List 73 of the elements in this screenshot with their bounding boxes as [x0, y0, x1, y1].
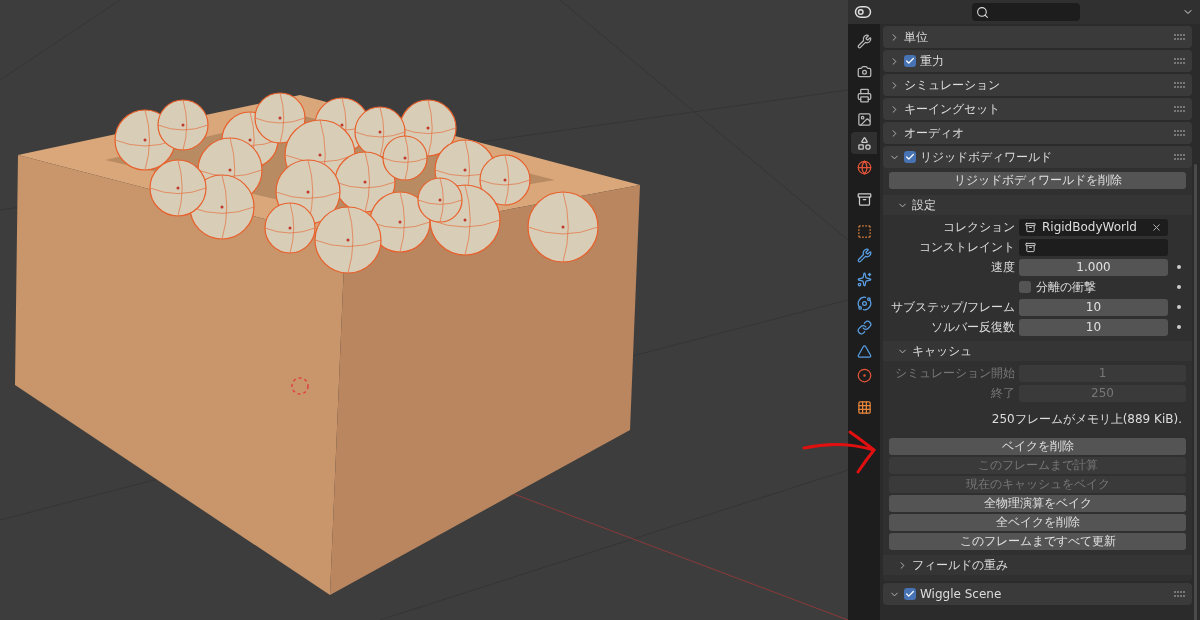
- keyframe-dot-icon[interactable]: [1177, 285, 1181, 289]
- field-label: ソルバー反復数: [930, 318, 1015, 336]
- field-label: 速度: [990, 258, 1015, 276]
- field-label: コレクション: [942, 218, 1015, 236]
- panel-title: Wiggle Scene: [920, 587, 1002, 601]
- action-button[interactable]: 全ベイクを削除: [889, 514, 1186, 531]
- checkbox[interactable]: [904, 588, 916, 600]
- texture-icon: [856, 399, 872, 415]
- checkbox[interactable]: [1019, 281, 1031, 293]
- view-layer-icon: [856, 111, 872, 127]
- object-icon: [856, 223, 872, 239]
- field-label: コンストレイント: [918, 238, 1015, 256]
- action-button[interactable]: このフレームまですべて更新: [889, 533, 1186, 550]
- drag-handle-icon[interactable]: [1174, 591, 1186, 597]
- panel-header[interactable]: Wiggle Scene: [883, 583, 1192, 605]
- checkbox[interactable]: [904, 151, 916, 163]
- collection-icon: [1025, 241, 1036, 253]
- panel-header[interactable]: リジッドボディワールド: [883, 146, 1192, 168]
- collection-field[interactable]: RigidBodyWorld: [1019, 218, 1168, 236]
- drag-handle-icon[interactable]: [1174, 154, 1186, 160]
- collection-field[interactable]: [1019, 238, 1168, 256]
- properties-tab[interactable]: [851, 132, 877, 154]
- close-icon[interactable]: [1151, 221, 1162, 233]
- search-field[interactable]: [972, 3, 1080, 21]
- subpanel-title: 設定: [912, 196, 936, 214]
- action-button[interactable]: 全物理演算をベイク: [889, 495, 1186, 512]
- panel-header[interactable]: シミュレーション: [883, 74, 1192, 96]
- keyframe-dot-icon[interactable]: [1177, 265, 1181, 269]
- constraint-icon: [856, 319, 872, 335]
- panel-title: キーイングセット: [904, 100, 1000, 118]
- panel-title: 単位: [904, 28, 928, 46]
- action-button[interactable]: ベイクを削除: [889, 438, 1186, 455]
- scene-icon: [856, 135, 872, 151]
- output-icon: [856, 87, 872, 103]
- modifier-icon: [856, 247, 872, 263]
- drag-handle-icon[interactable]: [1174, 58, 1186, 64]
- search-icon: [976, 5, 989, 19]
- field-label: シミュレーション開始: [894, 364, 1015, 382]
- panel-title: オーディオ: [904, 124, 964, 142]
- number-field[interactable]: 10: [1019, 318, 1168, 336]
- collection-icon: [1025, 221, 1036, 233]
- subpanel-title: フィールドの重み: [912, 556, 1008, 574]
- keyframe-dot-icon[interactable]: [1177, 305, 1181, 309]
- subpanel-title: キャッシュ: [912, 342, 972, 360]
- panel-title: 重力: [920, 52, 944, 70]
- panel-title: リジッドボディワールド: [920, 148, 1052, 166]
- render-icon: [856, 63, 872, 79]
- data-icon: [856, 343, 872, 359]
- particles-icon: [856, 271, 872, 287]
- drag-handle-icon[interactable]: [1174, 82, 1186, 88]
- world-icon: [856, 159, 872, 175]
- drag-handle-icon[interactable]: [1174, 130, 1186, 136]
- panel-header[interactable]: オーディオ: [883, 122, 1192, 144]
- drag-handle-icon[interactable]: [1174, 34, 1186, 40]
- checkbox[interactable]: [904, 55, 916, 67]
- field-label: サブステップ/フレーム: [889, 298, 1015, 316]
- number-field[interactable]: 10: [1019, 298, 1168, 316]
- physics-icon: [856, 295, 872, 311]
- number-field[interactable]: 1.000: [1019, 258, 1168, 276]
- panel-header[interactable]: キーイングセット: [883, 98, 1192, 120]
- checkbox-label: 分離の衝撃: [1036, 278, 1096, 296]
- tool-icon: [856, 33, 872, 49]
- keyframe-dot-icon[interactable]: [1177, 325, 1181, 329]
- panel-title: シミュレーション: [904, 76, 1000, 94]
- collection-icon: [856, 191, 872, 207]
- cache-info-text: 250フレームがメモリ上(889 KiB).: [990, 411, 1183, 428]
- field-label: 終了: [990, 384, 1015, 402]
- field-value: RigidBodyWorld: [1042, 220, 1137, 234]
- material-icon: [856, 367, 872, 383]
- remove-button[interactable]: リジッドボディワールドを削除: [889, 172, 1186, 189]
- panel-header[interactable]: 単位: [883, 26, 1192, 48]
- panel-header[interactable]: 重力: [883, 50, 1192, 72]
- drag-handle-icon[interactable]: [1174, 106, 1186, 112]
